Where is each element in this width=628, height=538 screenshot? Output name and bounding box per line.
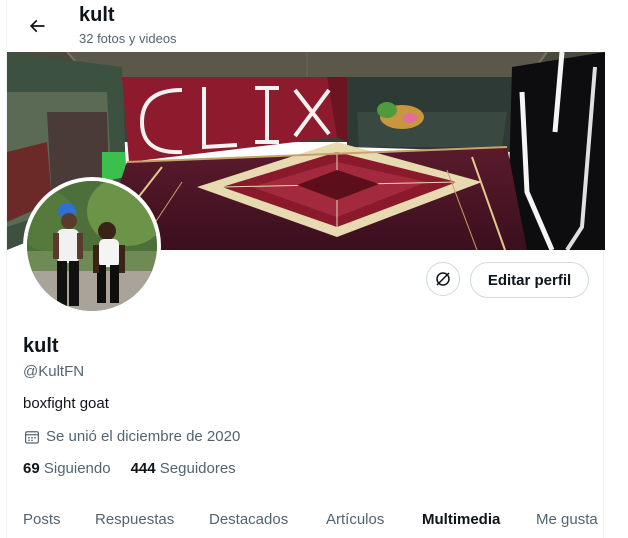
header-title: kult (79, 4, 115, 26)
tab-highlights[interactable]: Destacados (209, 500, 288, 538)
profile-tabs: Posts Respuestas Destacados Artículos Mu… (7, 500, 605, 538)
eye-slash-circle-icon (436, 272, 450, 286)
profile-bio: boxfight goat (23, 395, 109, 412)
profile-name: kult (23, 335, 59, 357)
joined-date: Se unió el diciembre de 2020 (23, 427, 240, 447)
followers-label: Seguidores (159, 460, 236, 477)
profile-handle: @KultFN (23, 363, 85, 380)
following-label: Siguiendo (43, 460, 111, 477)
avatar-image (27, 181, 157, 311)
following-link[interactable]: 69 Siguiendo (23, 459, 111, 479)
avatar[interactable] (23, 177, 161, 315)
tab-articles[interactable]: Artículos (326, 500, 384, 538)
following-count: 69 (23, 460, 40, 477)
followers-link[interactable]: 444 Seguidores (131, 459, 236, 479)
profile-header: kult 32 fotos y videos (7, 0, 605, 52)
tab-likes[interactable]: Me gusta (536, 500, 598, 538)
follow-stats: 69 Siguiendo 444 Seguidores (23, 459, 256, 479)
followers-count: 444 (130, 460, 156, 477)
tab-replies[interactable]: Respuestas (95, 500, 174, 538)
back-button[interactable] (19, 8, 55, 44)
profile-page: kult 32 fotos y videos Editar perfil kul… (0, 0, 628, 538)
tab-posts[interactable]: Posts (23, 500, 61, 538)
tab-media[interactable]: Multimedia (422, 500, 500, 538)
joined-text: Se unió el diciembre de 2020 (46, 428, 241, 445)
edit-profile-button[interactable]: Editar perfil (470, 262, 589, 298)
main-column: kult 32 fotos y videos Editar perfil kul… (6, 0, 605, 538)
calendar-icon (25, 431, 39, 444)
arrow-left-icon (29, 19, 45, 33)
hide-reposts-button[interactable] (426, 262, 460, 296)
header-post-count: 32 fotos y videos (79, 31, 177, 46)
